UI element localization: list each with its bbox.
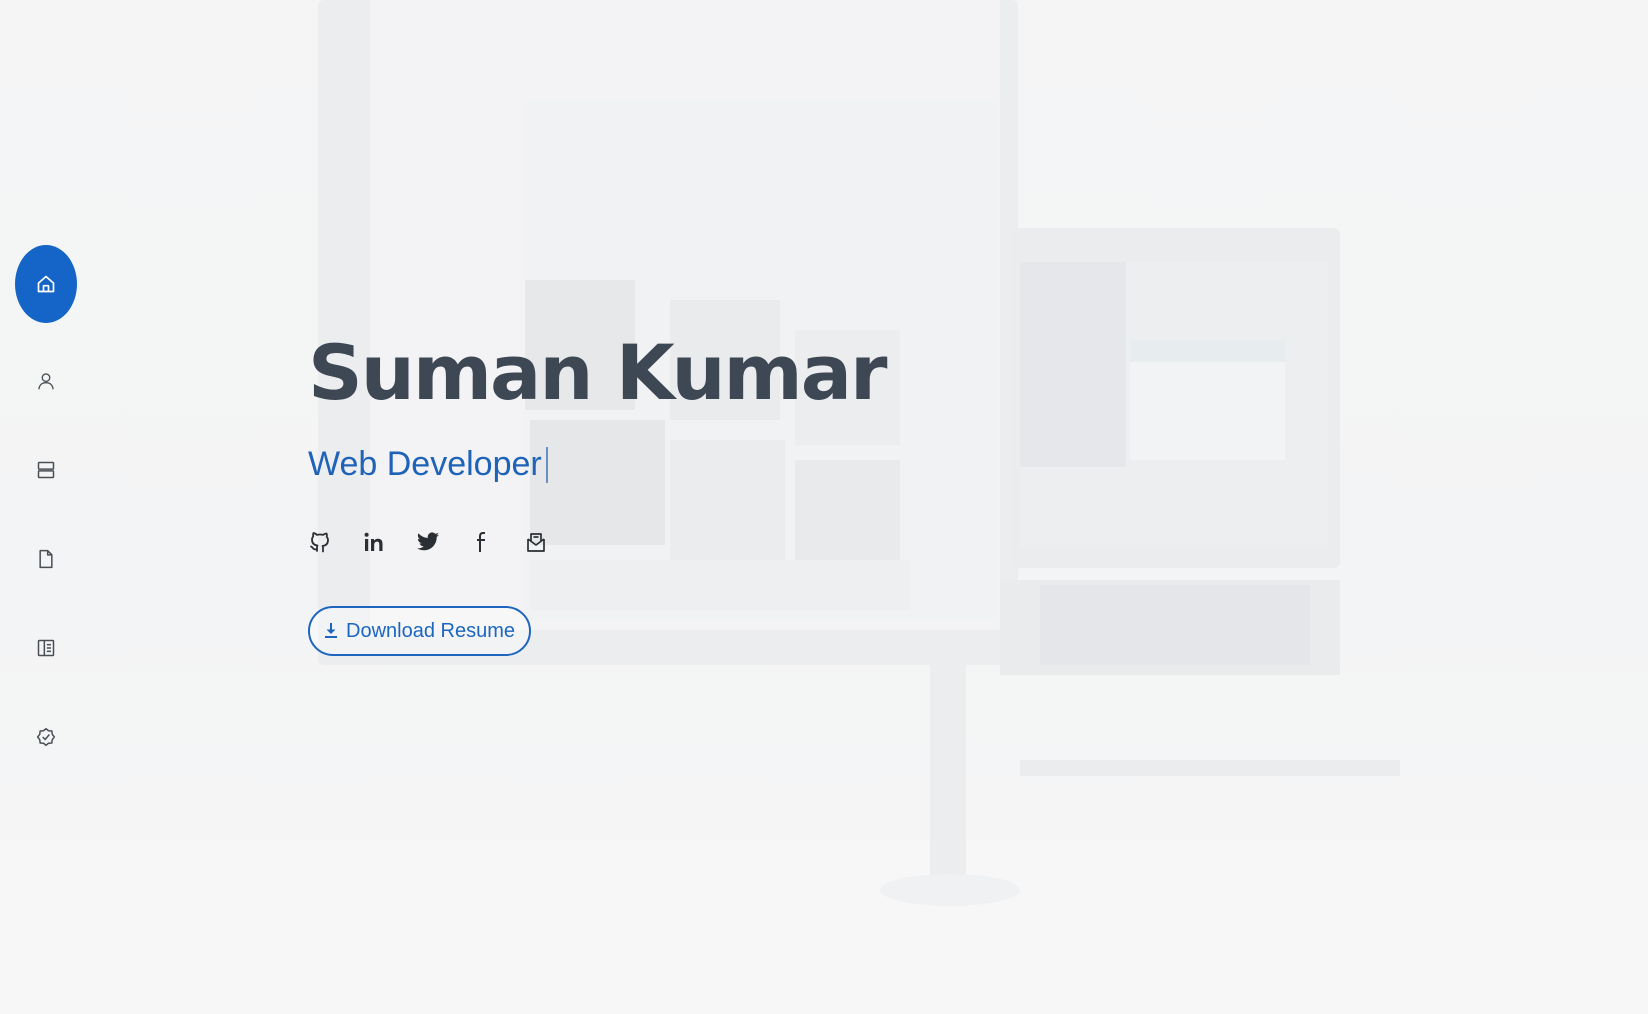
email-link[interactable] — [524, 530, 548, 554]
facebook-icon — [477, 532, 485, 552]
typing-caret — [545, 446, 548, 483]
nav-item-home[interactable]: Home — [15, 245, 77, 323]
download-resume-button[interactable]: Download Resume — [308, 606, 531, 656]
page: Home About Resume Projects — [0, 0, 1648, 1014]
download-resume-label: Download Resume — [346, 619, 515, 642]
server-icon — [37, 461, 55, 479]
nav-item-about[interactable]: About — [15, 350, 77, 412]
book-icon — [37, 639, 55, 657]
nav-item-resume[interactable]: Resume — [15, 439, 77, 501]
linkedin-icon — [364, 532, 383, 551]
mail-icon — [527, 533, 545, 552]
hero-role: Web Developer — [308, 445, 542, 483]
file-icon — [39, 549, 53, 569]
hero-role-line: Web Developer — [308, 445, 886, 484]
hero-section: Suman Kumar Web Developer Download Resum… — [308, 328, 888, 656]
facebook-link[interactable] — [470, 530, 494, 554]
home-icon — [37, 275, 55, 293]
user-icon — [38, 373, 54, 390]
download-icon — [325, 623, 337, 638]
social-links — [308, 530, 886, 554]
twitter-icon — [417, 532, 439, 551]
nav-item-certifications[interactable]: Certifications — [15, 706, 77, 768]
hero-name: Suman Kumar — [308, 328, 888, 417]
badge-check-icon — [36, 727, 56, 747]
linkedin-link[interactable] — [362, 530, 386, 554]
github-icon — [310, 532, 329, 553]
side-nav: Home About Resume Projects — [15, 245, 77, 795]
nav-item-blog[interactable]: Blog — [15, 617, 77, 679]
twitter-link[interactable] — [416, 530, 440, 554]
nav-item-projects[interactable]: Projects — [15, 528, 77, 590]
github-link[interactable] — [308, 530, 332, 554]
